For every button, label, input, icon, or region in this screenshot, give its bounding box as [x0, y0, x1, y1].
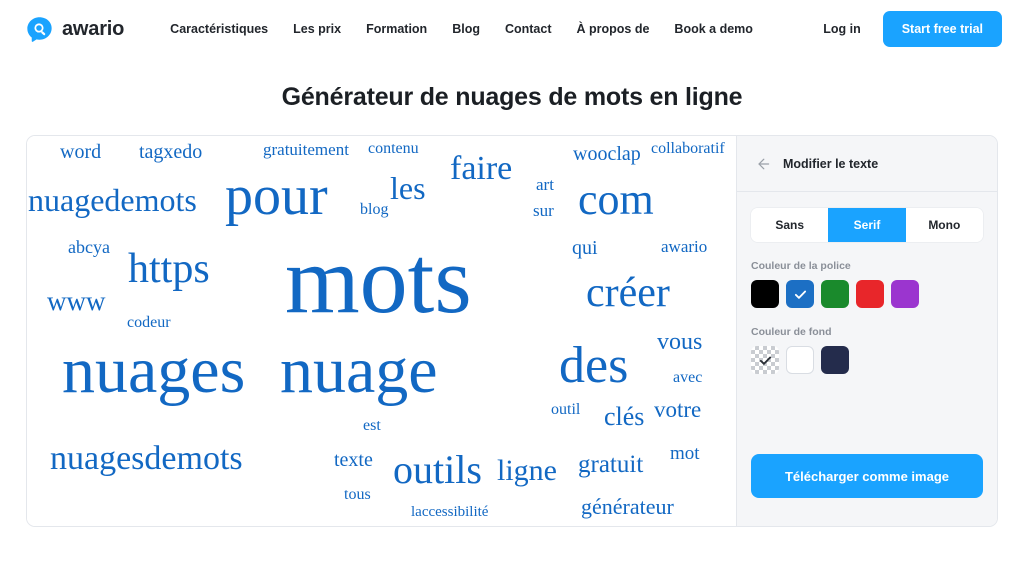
edit-text-panel: Modifier le texte Sans Serif Mono Couleu… [736, 136, 997, 526]
cloud-word: abcya [68, 237, 110, 257]
font-color-swatch-green[interactable] [821, 280, 849, 308]
background-color-label: Couleur de fond [751, 326, 832, 338]
cloud-word: outil [551, 401, 581, 418]
word-cloud-canvas[interactable]: mots nuages nuage pour des com créer https outil… [27, 136, 736, 526]
cloud-word: tous [344, 486, 371, 503]
cloud-word: laccessibilité [411, 504, 489, 520]
cloud-word: sur [533, 201, 554, 220]
back-arrow-icon[interactable] [755, 156, 771, 172]
background-color-swatches [751, 346, 983, 374]
cloud-word: outils [393, 447, 482, 492]
cloud-word: gratuitement [263, 140, 349, 159]
check-icon [794, 290, 806, 299]
cloud-word: mots [285, 226, 472, 333]
nav-item-a-propos-de[interactable]: À propos de [577, 22, 650, 36]
main-navigation: Caractéristiques Les prix Formation Blog… [170, 22, 753, 36]
cloud-word: est [363, 417, 381, 434]
cloud-word: blog [360, 201, 389, 218]
cloud-word: des [559, 337, 629, 394]
nav-item-les-prix[interactable]: Les prix [293, 22, 341, 36]
header-actions: Log in Start free trial [823, 11, 1002, 47]
cloud-word: générateur [581, 494, 674, 519]
background-swatch-transparent[interactable] [751, 346, 779, 374]
font-color-swatch-purple[interactable] [891, 280, 919, 308]
font-color-swatch-red[interactable] [856, 280, 884, 308]
nav-item-contact[interactable]: Contact [505, 22, 552, 36]
cloud-word: vous [657, 329, 703, 355]
cloud-word: nuage [280, 334, 438, 407]
cloud-word: votre [654, 397, 702, 422]
font-option-mono[interactable]: Mono [905, 208, 983, 242]
awario-logo[interactable]: awario [26, 16, 124, 43]
font-option-serif[interactable]: Serif [828, 208, 906, 242]
cloud-word: wooclap [573, 143, 641, 165]
cloud-word: tagxedo [139, 141, 203, 163]
font-color-swatch-blue[interactable] [786, 280, 814, 308]
font-color-label: Couleur de la police [751, 260, 851, 272]
font-color-swatches [751, 280, 983, 308]
login-link[interactable]: Log in [823, 22, 861, 36]
cloud-word: contenu [368, 140, 419, 157]
cloud-word: clés [604, 402, 645, 431]
cloud-word: nuagedemots [28, 182, 197, 218]
check-icon [759, 356, 771, 365]
panel-header: Modifier le texte [737, 136, 997, 192]
cloud-word: texte [334, 449, 373, 471]
start-free-trial-button[interactable]: Start free trial [882, 11, 1002, 47]
cloud-word: codeur [127, 314, 171, 331]
nav-item-formation[interactable]: Formation [366, 22, 427, 36]
background-swatch-white[interactable] [786, 346, 814, 374]
awario-logo-icon [27, 16, 52, 42]
logo-text: awario [62, 17, 125, 40]
download-image-button[interactable]: Télécharger comme image [751, 454, 983, 498]
cloud-word: créer [586, 270, 670, 316]
cloud-word: gratuit [578, 451, 644, 478]
nav-item-caracteristiques[interactable]: Caractéristiques [170, 22, 268, 36]
cloud-word: mot [670, 443, 700, 464]
cloud-word: avec [673, 369, 703, 386]
cloud-word: faire [450, 150, 513, 187]
cloud-word: www [47, 286, 106, 316]
cloud-word: collaboratif [651, 140, 725, 157]
panel-body: Sans Serif Mono Couleur de la police Cou… [737, 192, 997, 374]
site-header: awario Caractéristiques Les prix Formati… [0, 0, 1024, 58]
cloud-word: art [536, 175, 554, 194]
font-option-sans[interactable]: Sans [751, 208, 829, 242]
nav-item-book-a-demo[interactable]: Book a demo [674, 22, 753, 36]
page-title: Générateur de nuages de mots en ligne [281, 83, 743, 111]
background-swatch-navy[interactable] [821, 346, 849, 374]
font-family-toggle: Sans Serif Mono [751, 208, 983, 242]
cloud-word: les [390, 170, 426, 206]
cloud-word: word [60, 141, 102, 163]
cloud-word: ligne [497, 454, 557, 487]
font-color-swatch-black[interactable] [751, 280, 779, 308]
cloud-word: nuagesdemots [50, 440, 243, 477]
cloud-word: awario [661, 237, 708, 256]
cloud-word: com [578, 175, 654, 224]
cloud-word: pour [225, 165, 328, 227]
cloud-word: nuages [62, 334, 246, 407]
word-cloud-app: mots nuages nuage pour des com créer https outil… [26, 135, 998, 527]
cloud-word: qui [572, 237, 598, 259]
nav-item-blog[interactable]: Blog [452, 22, 480, 36]
cloud-word: https [128, 246, 210, 292]
panel-title: Modifier le texte [783, 156, 879, 171]
